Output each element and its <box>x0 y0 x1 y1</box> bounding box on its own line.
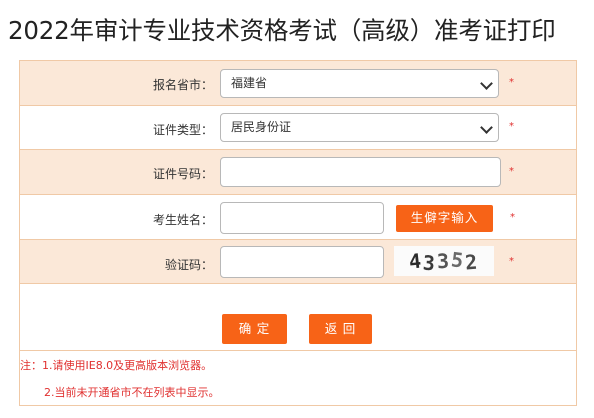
confirm-button[interactable]: 确 定 <box>222 314 287 344</box>
name-input[interactable] <box>220 202 384 234</box>
id-type-select[interactable]: 居民身份证 <box>220 113 499 142</box>
row-province: 报名省市： 福建省 * <box>20 61 576 106</box>
chevron-down-icon <box>480 77 493 90</box>
province-select-value: 福建省 <box>231 76 268 90</box>
row-id-type: 证件类型： 居民身份证 * <box>20 106 576 150</box>
id-number-label: 证件号码： <box>152 167 213 181</box>
id-number-input[interactable] <box>220 157 501 187</box>
name-label: 考生姓名： <box>152 213 213 227</box>
province-label: 报名省市： <box>152 78 213 92</box>
captcha-image[interactable]: 4 3 3 5 2 43352 <box>394 246 494 276</box>
notes-panel: 注：1.请使用IE8.0及更高版本浏览器。 2.当前未开通省市不在列表中显示。 <box>19 351 577 406</box>
required-mark: * <box>510 212 515 223</box>
note-line-2: 2.当前未开通省市不在列表中显示。 <box>44 386 220 399</box>
note-line-1: 注：1.请使用IE8.0及更高版本浏览器。 <box>20 359 213 372</box>
required-mark: * <box>509 121 514 132</box>
required-mark: * <box>509 256 514 267</box>
back-button[interactable]: 返 回 <box>309 314 372 344</box>
required-mark: * <box>509 77 514 88</box>
chevron-down-icon <box>480 121 493 134</box>
page-title: 2022年审计专业技术资格考试（高级）准考证打印 <box>8 16 556 45</box>
rare-character-input-button[interactable]: 生僻字输入 <box>396 205 493 232</box>
province-select[interactable]: 福建省 <box>220 69 499 98</box>
row-id-number: 证件号码： * <box>20 150 576 195</box>
row-name: 考生姓名： 生僻字输入 * <box>20 195 576 240</box>
captcha-label: 验证码： <box>164 258 213 272</box>
id-type-select-value: 居民身份证 <box>231 120 292 134</box>
admission-ticket-form: 报名省市： 福建省 * 证件类型： 居民身份证 * 证件号码： * 考生姓名： … <box>19 60 577 351</box>
row-actions: 确 定 返 回 <box>20 284 576 350</box>
id-type-label: 证件类型： <box>152 123 213 137</box>
captcha-input[interactable] <box>220 246 384 278</box>
row-captcha: 验证码： 4 3 3 5 2 43352 * <box>20 240 576 284</box>
required-mark: * <box>509 166 514 177</box>
